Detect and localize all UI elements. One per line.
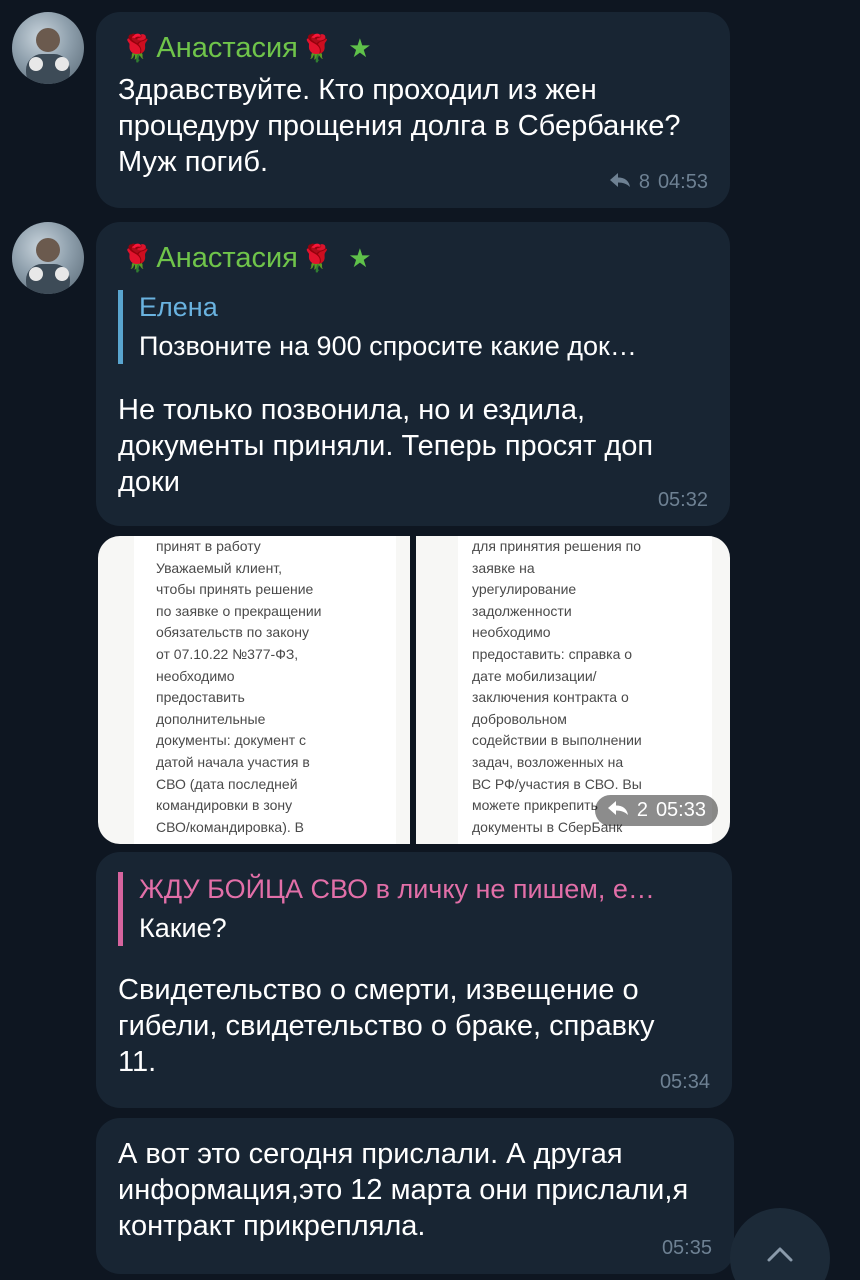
- reply-arrow-icon[interactable]: [607, 799, 629, 822]
- sender-name[interactable]: 🌹 Анастасия 🌹 ★: [118, 242, 372, 275]
- reply-text: Позвоните на 900 спросите какие док…: [139, 331, 637, 361]
- reply-text: Какие?: [139, 913, 227, 943]
- message-text: А вот это сегодня прислали. А другая инф…: [118, 1138, 689, 1242]
- sender-name[interactable]: 🌹 Анастасия 🌹 ★: [118, 32, 372, 65]
- avatar[interactable]: [12, 222, 84, 294]
- message-bubble[interactable]: ЖДУ БОЙЦА СВО в личку не пишем, е… Какие…: [96, 852, 732, 1108]
- message-meta: 05:35: [662, 1237, 712, 1260]
- rose-icon: 🌹: [300, 33, 334, 63]
- avatar[interactable]: [12, 12, 84, 84]
- chat-view: 🌹 Анастасия 🌹 ★ Здравствуйте. Кто проходил …: [0, 0, 860, 1280]
- reply-author: Елена: [139, 292, 218, 322]
- message-bubble[interactable]: 🌹 Анастасия 🌹 ★ Здравствуйте. Кто проходил …: [96, 12, 730, 208]
- reply-count[interactable]: 8: [639, 171, 650, 194]
- photo-right-text: для принятия решения по заявке на урегул…: [472, 538, 642, 835]
- rose-icon: 🌹: [121, 33, 154, 63]
- rose-icon: 🌹: [121, 243, 154, 273]
- reply-author: ЖДУ БОЙЦА СВО в личку не пишем, е…: [139, 874, 655, 904]
- photo-album[interactable]: принят в работу Уважаемый клиент, чтобы …: [98, 536, 730, 844]
- star-icon: ★: [348, 243, 372, 273]
- photo-left[interactable]: принят в работу Уважаемый клиент, чтобы …: [98, 536, 410, 844]
- message-time: 05:34: [659, 1071, 710, 1093]
- message-meta: 05:32: [658, 489, 708, 512]
- message-bubble[interactable]: А вот это сегодня прислали. А другая инф…: [96, 1118, 734, 1274]
- reply-count[interactable]: 2: [637, 799, 648, 822]
- reply-quote[interactable]: Елена Позвоните на 900 спросите какие до…: [118, 290, 708, 364]
- message-meta: 05:34: [660, 1071, 710, 1094]
- reply-quote[interactable]: ЖДУ БОЙЦА СВО в личку не пишем, е… Какие…: [118, 872, 710, 946]
- rose-icon: 🌹: [300, 243, 334, 273]
- chevron-up-icon: [767, 1247, 793, 1262]
- message-time: 05:33: [655, 799, 706, 821]
- photo-meta: 2 05:33: [594, 795, 718, 826]
- reply-arrow-icon[interactable]: [609, 171, 631, 194]
- message-text: Свидетельство о смерти, извещение о гибе…: [118, 974, 655, 1078]
- scroll-button[interactable]: [730, 1208, 830, 1280]
- message-text: Не только позвонила, но и ездила, докуме…: [118, 394, 654, 498]
- message-meta: 8 04:53: [609, 171, 708, 194]
- message-time: 05:35: [661, 1237, 712, 1259]
- message-text: Здравствуйте. Кто проходил из жен процед…: [118, 74, 681, 178]
- star-icon: ★: [348, 33, 372, 63]
- photo-left-text: принят в работу Уважаемый клиент, чтобы …: [156, 538, 322, 835]
- message-time: 05:32: [657, 489, 708, 511]
- message-time: 04:53: [657, 171, 708, 193]
- message-bubble[interactable]: 🌹 Анастасия 🌹 ★ Елена Позвоните на 900 спро…: [96, 222, 730, 526]
